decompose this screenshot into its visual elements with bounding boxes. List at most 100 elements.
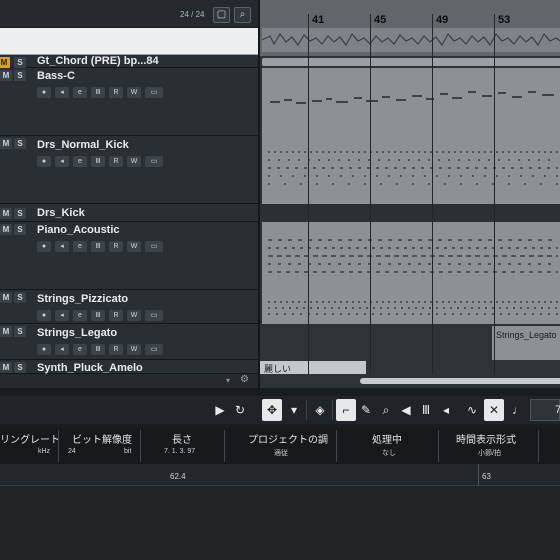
track-list-view-button[interactable]: ▢ bbox=[213, 7, 230, 23]
lane-drs-kick[interactable] bbox=[260, 204, 560, 222]
track-gt-chord[interactable]: M S Gt_Chord (PRE) bp...84 bbox=[0, 55, 258, 68]
monitor-icon[interactable]: ◂ bbox=[55, 87, 69, 98]
audio-waveform-icon[interactable]: ◈ bbox=[310, 399, 330, 421]
info-value[interactable]: kHz bbox=[38, 448, 50, 455]
keyboard-icon[interactable]: Ⅲ bbox=[91, 156, 105, 167]
track-options-icon[interactable]: ▭ bbox=[145, 344, 163, 355]
mute-button[interactable]: M bbox=[0, 224, 12, 235]
track-options-icon[interactable]: ▭ bbox=[145, 241, 163, 252]
read-automation-button[interactable]: R bbox=[109, 310, 123, 321]
track-piano-acoustic[interactable]: M S Piano_Acoustic ● ◂ e Ⅲ R W ▭ bbox=[0, 222, 258, 290]
info-value[interactable]: 24 bbox=[68, 448, 76, 455]
track-options-icon[interactable]: ▭ bbox=[145, 310, 163, 321]
lane-strings-pizzicato[interactable] bbox=[260, 290, 560, 324]
solo-button[interactable]: S bbox=[14, 138, 26, 149]
keyboard-icon[interactable]: Ⅲ bbox=[91, 344, 105, 355]
read-automation-button[interactable]: R bbox=[109, 87, 123, 98]
lane-piano-acoustic[interactable] bbox=[260, 222, 560, 290]
mute-button[interactable]: M bbox=[0, 326, 12, 337]
keyboard-icon[interactable]: Ⅲ bbox=[91, 310, 105, 321]
lower-editor-canvas[interactable] bbox=[0, 486, 560, 560]
edit-icon[interactable]: e bbox=[73, 344, 87, 355]
write-automation-button[interactable]: W bbox=[127, 87, 141, 98]
monitor-icon[interactable]: ◂ bbox=[55, 156, 69, 167]
record-enable-icon[interactable]: ● bbox=[37, 344, 51, 355]
arrange-area[interactable]: 41 45 49 53 Strings_Legato 麗しい bbox=[258, 0, 560, 388]
snap-icon[interactable]: ✕ bbox=[484, 399, 504, 421]
loop-icon[interactable]: ↻ bbox=[230, 399, 250, 421]
horizontal-scrollbar[interactable] bbox=[360, 378, 560, 384]
mute-button[interactable]: M bbox=[0, 292, 12, 303]
cross-arrows-icon[interactable]: ✥ bbox=[262, 399, 282, 421]
speaker-icon[interactable]: ◀ bbox=[396, 399, 416, 421]
lower-ruler[interactable]: 62.4 63 bbox=[0, 464, 560, 486]
record-enable-icon[interactable]: ● bbox=[37, 241, 51, 252]
write-automation-button[interactable]: W bbox=[127, 344, 141, 355]
mute-button[interactable]: M bbox=[0, 70, 12, 81]
curve-icon[interactable]: ∿ bbox=[462, 399, 482, 421]
solo-button[interactable]: S bbox=[14, 224, 26, 235]
solo-button[interactable]: S bbox=[14, 208, 26, 219]
midi-part[interactable]: 麗しい bbox=[260, 361, 366, 374]
monitor-icon[interactable]: ◂ bbox=[55, 310, 69, 321]
info-value[interactable]: なし bbox=[382, 448, 396, 458]
info-value[interactable]: 小節/拍 bbox=[478, 448, 501, 458]
mute-button[interactable]: M bbox=[0, 138, 12, 149]
solo-button[interactable]: S bbox=[14, 362, 26, 373]
lane-drs-normal-kick[interactable] bbox=[260, 136, 560, 204]
lane-strings-legato[interactable]: Strings_Legato bbox=[260, 324, 560, 360]
solo-button[interactable]: S bbox=[14, 292, 26, 303]
pencil-icon[interactable]: ✎ bbox=[356, 399, 376, 421]
read-automation-button[interactable]: R bbox=[109, 344, 123, 355]
waveform-icon[interactable]: Ⅲ bbox=[416, 399, 436, 421]
midi-part[interactable] bbox=[262, 58, 560, 66]
lower-zone-editor[interactable]: 62.4 63 bbox=[0, 464, 560, 560]
track-synth-pluck-amelo[interactable]: M S Synth_Pluck_Amelo bbox=[0, 360, 258, 374]
midi-part[interactable] bbox=[262, 136, 560, 204]
track-bass-c[interactable]: M S Bass-C ● ◂ e Ⅲ R W ▭ bbox=[0, 68, 258, 136]
zoom-icon[interactable]: ⌕ bbox=[376, 399, 396, 421]
read-automation-button[interactable]: R bbox=[109, 241, 123, 252]
chevron-down-icon[interactable]: ▾ bbox=[284, 399, 304, 421]
collapse-arrow-icon[interactable]: ▾ bbox=[226, 376, 230, 385]
note-icon[interactable]: ♩ bbox=[508, 399, 528, 421]
edit-icon[interactable]: e bbox=[73, 156, 87, 167]
info-value[interactable]: 7. 1. 3. 97 bbox=[164, 448, 195, 455]
play-icon[interactable]: ▶ bbox=[210, 399, 230, 421]
midi-part[interactable] bbox=[262, 222, 560, 290]
record-enable-icon[interactable]: ● bbox=[37, 156, 51, 167]
solo-button[interactable]: S bbox=[14, 57, 26, 68]
keyboard-icon[interactable]: Ⅲ bbox=[91, 87, 105, 98]
record-enable-icon[interactable]: ● bbox=[37, 310, 51, 321]
solo-button[interactable]: S bbox=[14, 326, 26, 337]
gear-icon[interactable]: ⚙ bbox=[240, 374, 249, 385]
read-automation-button[interactable]: R bbox=[109, 156, 123, 167]
select-tool-icon[interactable]: ⌐ bbox=[336, 399, 356, 421]
keyboard-icon[interactable]: Ⅲ bbox=[91, 241, 105, 252]
midi-part[interactable] bbox=[262, 68, 560, 136]
write-automation-button[interactable]: W bbox=[127, 156, 141, 167]
monitor-icon[interactable]: ◂ bbox=[55, 344, 69, 355]
edit-icon[interactable]: e bbox=[73, 310, 87, 321]
search-icon[interactable]: ⌕ bbox=[234, 7, 251, 23]
track-options-icon[interactable]: ▭ bbox=[145, 156, 163, 167]
track-drs-normal-kick[interactable]: M S Drs_Normal_Kick ● ◂ e Ⅲ R W ▭ bbox=[0, 136, 258, 204]
track-strings-legato[interactable]: M S Strings_Legato ● ◂ e Ⅲ R W ▭ bbox=[0, 324, 258, 360]
midi-part[interactable]: Strings_Legato bbox=[492, 326, 560, 360]
lane-gt-chord[interactable] bbox=[260, 56, 560, 68]
edit-icon[interactable]: e bbox=[73, 241, 87, 252]
track-strings-pizzicato[interactable]: M S Strings_Pizzicato ● ◂ e Ⅲ R W ▭ bbox=[0, 290, 258, 324]
mute-button[interactable]: M bbox=[0, 208, 12, 219]
midi-part[interactable] bbox=[262, 290, 560, 324]
monitor-icon[interactable]: ◂ bbox=[55, 241, 69, 252]
lane-bass-c[interactable] bbox=[260, 68, 560, 136]
write-automation-button[interactable]: W bbox=[127, 310, 141, 321]
track-options-icon[interactable]: ▭ bbox=[145, 87, 163, 98]
quantize-field[interactable]: 7 bbox=[530, 399, 560, 421]
solo-button[interactable]: S bbox=[14, 70, 26, 81]
record-enable-icon[interactable]: ● bbox=[37, 87, 51, 98]
write-automation-button[interactable]: W bbox=[127, 241, 141, 252]
volume-icon[interactable]: ◂ bbox=[436, 399, 456, 421]
lane-synth-pluck-amelo[interactable]: 麗しい bbox=[260, 360, 560, 374]
mute-button[interactable]: M bbox=[0, 57, 10, 68]
